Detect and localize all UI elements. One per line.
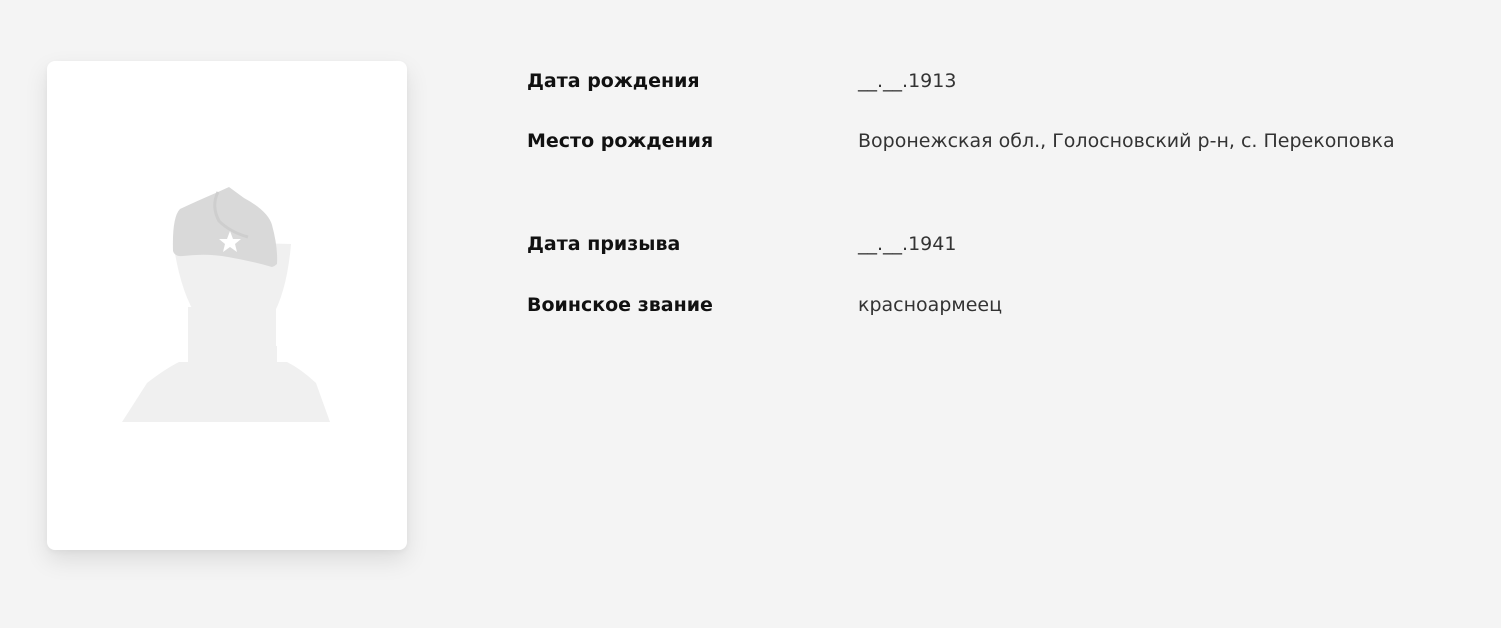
soldier-photo-card bbox=[47, 61, 407, 550]
birth-date-label: Дата рождения bbox=[527, 70, 700, 92]
birth-date-value: __.__.1913 bbox=[858, 70, 957, 92]
birth-place-value: Воронежская обл., Голосновский р-н, с. П… bbox=[858, 130, 1395, 152]
birth-place-label: Место рождения bbox=[527, 130, 714, 152]
conscription-date-value: __.__.1941 bbox=[858, 233, 957, 255]
military-rank-value: красноармеец bbox=[858, 294, 1003, 316]
conscription-date-label: Дата призыва bbox=[527, 233, 681, 255]
military-rank-label: Воинское звание bbox=[527, 294, 713, 316]
soldier-silhouette-icon bbox=[122, 187, 330, 422]
